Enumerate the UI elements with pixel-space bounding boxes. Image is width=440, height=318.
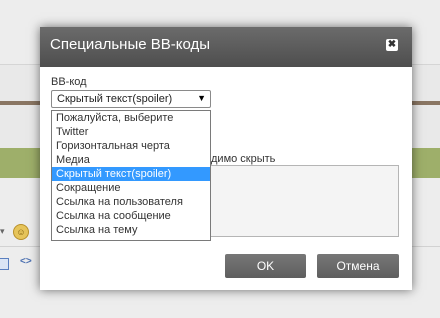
dropdown-option[interactable]: Ссылка на пользователя: [52, 195, 210, 209]
dropdown-option-selected[interactable]: Скрытый текст(spoiler): [52, 167, 210, 181]
dropdown-option[interactable]: Медиа: [52, 153, 210, 167]
document-icon[interactable]: [0, 258, 9, 270]
bbcode-field-label: BB-код: [51, 76, 87, 88]
dropdown-option[interactable]: Twitter: [52, 125, 210, 139]
ok-button[interactable]: OK: [225, 254, 306, 278]
bbcode-select-value: Скрытый текст(spoiler): [57, 93, 173, 105]
bbcode-select[interactable]: Скрытый текст(spoiler) ▼: [51, 90, 211, 108]
dropdown-option[interactable]: Ссылка на сообщение: [52, 209, 210, 223]
cancel-button[interactable]: Отмена: [317, 254, 399, 278]
dropdown-option[interactable]: Горизонтальная черта: [52, 139, 210, 153]
chevron-down-icon: ▼: [197, 93, 206, 103]
dialog-header: Специальные BB-коды ✖: [40, 27, 412, 67]
content-field-label: димо скрыть: [211, 153, 276, 165]
dropdown-option[interactable]: Пожалуйста, выберите: [52, 111, 210, 125]
dialog-title: Специальные BB-коды: [50, 36, 211, 53]
bbcode-dropdown-list: Пожалуйста, выберите Twitter Горизонталь…: [51, 110, 211, 241]
smiley-icon[interactable]: ☺: [13, 224, 29, 240]
close-icon[interactable]: ✖: [386, 39, 398, 51]
dropdown-option[interactable]: Сокращение: [52, 181, 210, 195]
code-icon[interactable]: <>: [20, 256, 32, 267]
content-textarea[interactable]: [211, 165, 399, 237]
bbcode-dialog: Специальные BB-коды ✖ BB-код Скрытый тек…: [40, 27, 412, 290]
dropdown-arrow-icon[interactable]: ▾: [0, 226, 5, 237]
dropdown-option[interactable]: Ссылка на тему: [52, 223, 210, 237]
